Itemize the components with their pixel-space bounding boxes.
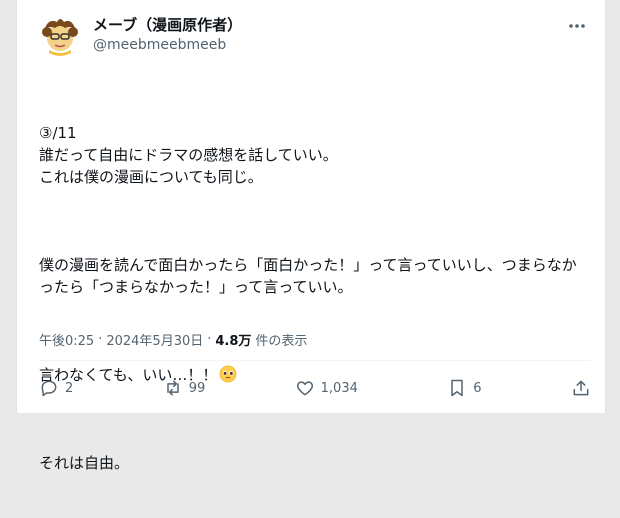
meta-separator: · <box>207 332 212 347</box>
like-button[interactable]: 1,034 <box>295 378 358 398</box>
repost-count: 99 <box>188 380 206 396</box>
repost-icon <box>166 380 179 396</box>
divider <box>39 360 591 361</box>
author-name-row: メーブ（漫画原作者） <box>93 14 242 35</box>
share-button[interactable] <box>571 378 591 398</box>
views-count: 4.8万 <box>215 334 252 349</box>
views-label: 件の表示 <box>255 334 308 349</box>
avatar[interactable] <box>39 14 81 56</box>
post-card: メーブ（漫画原作者） @meebmeebmeeb ③/11 誰だって自由にドラマ… <box>16 0 606 472</box>
repost-button[interactable]: 99 <box>163 378 206 398</box>
post-meta: 午後0:25 · 2024年5月30日 · 4.8万 件の表示 <box>39 330 307 349</box>
reply-button[interactable]: 2 <box>39 378 73 398</box>
meta-separator: · <box>98 332 103 347</box>
reply-count: 2 <box>65 380 74 396</box>
post-date[interactable]: 2024年5月30日 <box>106 330 203 349</box>
author-display-name[interactable]: メーブ（漫画原作者） <box>93 14 242 35</box>
bookmark-count: 6 <box>473 380 482 396</box>
post-paragraph-1: ③/11 誰だって自由にドラマの感想を話していい。 これは僕の漫画についても同じ… <box>39 124 338 186</box>
post-paragraph-2: 僕の漫画を読んで面白かったら「面白かった！」って言っていいし、つまらなかったら「… <box>39 256 577 296</box>
bookmark-button[interactable]: 6 <box>447 378 482 398</box>
post-time[interactable]: 午後0:25 <box>39 330 94 349</box>
like-count: 1,034 <box>320 380 358 396</box>
action-bar: 2 99 1,034 6 <box>39 372 591 404</box>
more-horizontal-icon <box>569 24 585 28</box>
reply-icon <box>41 380 57 397</box>
post-paragraph-4: それは自由。 <box>39 454 130 472</box>
more-options-button[interactable] <box>563 12 591 40</box>
author-handle[interactable]: @meebmeebmeeb <box>93 37 226 53</box>
heart-icon <box>296 381 313 396</box>
share-icon <box>573 380 589 396</box>
post-text: ③/11 誰だって自由にドラマの感想を話していい。 これは僕の漫画についても同じ… <box>39 78 589 518</box>
avatar-illustration <box>39 14 81 56</box>
bookmark-icon <box>451 379 464 397</box>
